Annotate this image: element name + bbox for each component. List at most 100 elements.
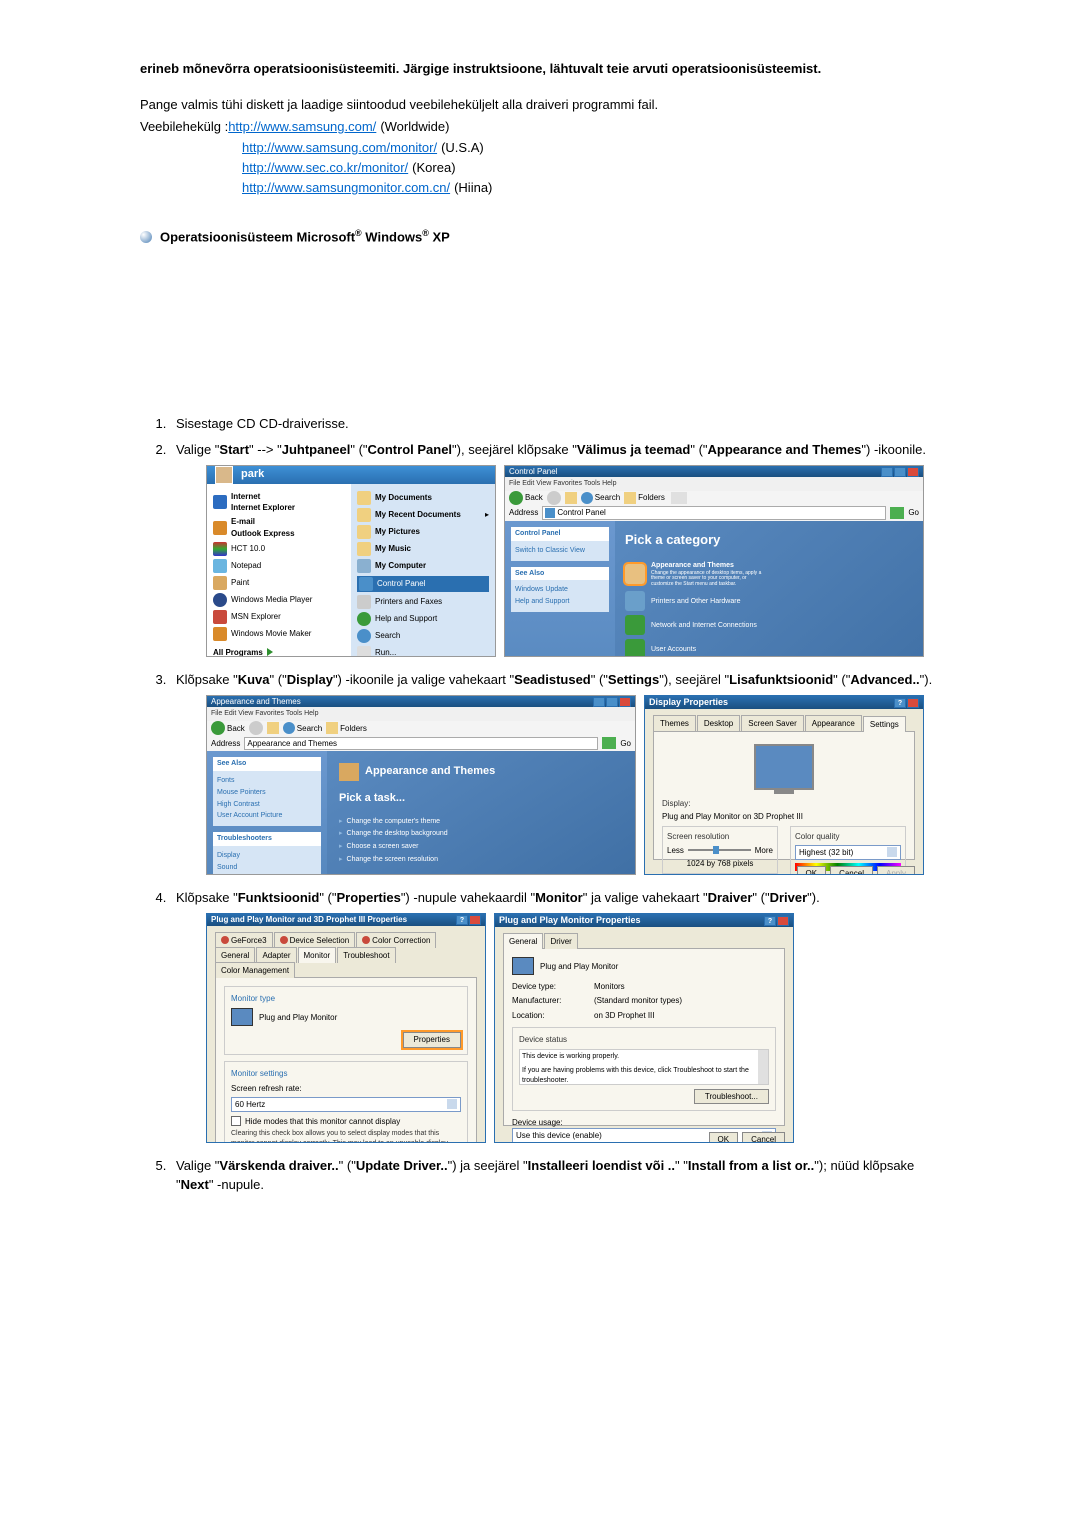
- sm-recent[interactable]: My Recent Documents▸: [357, 508, 489, 522]
- resolution-slider[interactable]: Less More: [667, 845, 773, 856]
- cancel-button[interactable]: Cancel: [830, 866, 873, 875]
- tab-color-correction[interactable]: Color Correction: [356, 932, 436, 948]
- tab-general-2[interactable]: General: [503, 933, 543, 949]
- apply-button[interactable]: Apply: [877, 866, 915, 875]
- dp-close[interactable]: [907, 698, 919, 708]
- at-title: Appearance and Themes: [211, 696, 301, 707]
- sm-wmp[interactable]: Windows Media Player: [213, 593, 345, 607]
- go-button[interactable]: [890, 507, 904, 519]
- s4g: " ja valige vahekaart ": [583, 890, 708, 905]
- tab-monitor[interactable]: Monitor: [298, 947, 337, 963]
- at-contrast[interactable]: High Contrast: [217, 800, 317, 810]
- at-back[interactable]: Back: [211, 721, 245, 735]
- sm-mydocs[interactable]: My Documents: [357, 491, 489, 505]
- hide-modes-checkbox[interactable]: Hide modes that this monitor cannot disp…: [231, 1116, 461, 1127]
- cat-appearance-themes[interactable]: Appearance and ThemesChange the appearan…: [625, 561, 765, 587]
- pp-close[interactable]: [469, 915, 481, 925]
- sm-search[interactable]: Search: [357, 629, 489, 643]
- sm-notepad[interactable]: Notepad: [213, 559, 345, 573]
- sm-wmm[interactable]: Windows Movie Maker: [213, 627, 345, 641]
- windows-update-link[interactable]: Windows Update: [515, 585, 605, 595]
- tab-settings[interactable]: Settings: [863, 716, 906, 732]
- maximize-button[interactable]: [894, 467, 906, 477]
- tab-themes[interactable]: Themes: [653, 715, 696, 731]
- link-worldwide[interactable]: http://www.samsung.com/: [228, 119, 376, 134]
- sm-run[interactable]: Run...: [357, 646, 489, 657]
- link-usa[interactable]: http://www.samsung.com/monitor/: [242, 140, 437, 155]
- tab-appearance[interactable]: Appearance: [805, 715, 862, 731]
- task-bg[interactable]: ▸Change the desktop background: [339, 829, 623, 839]
- at-fwd[interactable]: [249, 721, 263, 735]
- slider-thumb[interactable]: [713, 846, 719, 854]
- properties-button[interactable]: Properties: [403, 1032, 461, 1047]
- sm-control-panel[interactable]: Control Panel: [357, 576, 489, 592]
- pp2-cancel[interactable]: Cancel: [742, 1132, 785, 1143]
- at-mouse[interactable]: Mouse Pointers: [217, 788, 317, 798]
- back-button[interactable]: Back: [509, 491, 543, 505]
- views-button[interactable]: [671, 492, 687, 504]
- help-support-link[interactable]: Help and Support: [515, 597, 605, 607]
- sm-msn[interactable]: MSN Explorer: [213, 610, 345, 624]
- refresh-rate-select[interactable]: 60 Hertz: [231, 1097, 461, 1112]
- switch-classic-link[interactable]: Switch to Classic View: [515, 546, 605, 556]
- sm-paint[interactable]: Paint: [213, 576, 345, 590]
- all-programs[interactable]: All Programs: [213, 647, 345, 657]
- pp2-close[interactable]: [777, 916, 789, 926]
- scrollbar[interactable]: [758, 1050, 768, 1084]
- close-button[interactable]: [907, 467, 919, 477]
- pp2-ok[interactable]: OK: [709, 1132, 739, 1143]
- folders-button[interactable]: Folders: [624, 492, 665, 504]
- tab-geforce3[interactable]: GeForce3: [215, 932, 273, 948]
- address-input[interactable]: Control Panel: [542, 506, 886, 519]
- sm-printers[interactable]: Printers and Faxes: [357, 595, 489, 609]
- tab-screensaver[interactable]: Screen Saver: [741, 715, 803, 731]
- cat-network[interactable]: Network and Internet Connections: [625, 615, 765, 635]
- at-fonts[interactable]: Fonts: [217, 776, 317, 786]
- forward-icon[interactable]: [547, 491, 561, 505]
- at-ts-display[interactable]: Display: [217, 851, 317, 861]
- at-address-input[interactable]: Appearance and Themes: [244, 737, 598, 750]
- tab-desktop[interactable]: Desktop: [697, 715, 740, 731]
- sm-help[interactable]: Help and Support: [357, 612, 489, 626]
- at-userpic[interactable]: User Account Picture: [217, 811, 317, 821]
- task-theme[interactable]: ▸Change the computer's theme: [339, 817, 623, 827]
- at-min[interactable]: [593, 697, 605, 707]
- up-icon[interactable]: [565, 492, 577, 504]
- link-korea[interactable]: http://www.sec.co.kr/monitor/: [242, 160, 408, 175]
- help-button[interactable]: ?: [894, 698, 906, 708]
- cat-printers[interactable]: Printers and Other Hardware: [625, 591, 765, 611]
- minimize-button[interactable]: [881, 467, 893, 477]
- sm-internet[interactable]: Internet Internet Explorer: [213, 491, 345, 513]
- tab-adapter[interactable]: Adapter: [256, 947, 296, 963]
- ok-button[interactable]: OK: [797, 866, 827, 875]
- tab-device-selection[interactable]: Device Selection: [274, 932, 356, 948]
- pp-help-btn[interactable]: ?: [456, 915, 468, 925]
- at-search[interactable]: Search: [283, 722, 322, 734]
- at-ts-sound[interactable]: Sound: [217, 863, 317, 873]
- at-up[interactable]: [267, 722, 279, 734]
- at-max[interactable]: [606, 697, 618, 707]
- tab-general[interactable]: General: [215, 947, 255, 963]
- tab-driver[interactable]: Driver: [544, 933, 577, 949]
- at-menubar[interactable]: File Edit View Favorites Tools Help: [207, 707, 635, 721]
- sm-mycomp[interactable]: My Computer: [357, 559, 489, 573]
- cp-menubar[interactable]: File Edit View Favorites Tools Help: [505, 477, 923, 491]
- at-folders[interactable]: Folders: [326, 722, 367, 734]
- sm-hct[interactable]: HCT 10.0: [213, 542, 345, 556]
- tab-colormgmt[interactable]: Color Management: [215, 962, 295, 978]
- pp2-help-btn[interactable]: ?: [764, 916, 776, 926]
- troubleshoot-button-2[interactable]: Troubleshoot...: [694, 1089, 769, 1104]
- task-res[interactable]: ▸Change the screen resolution: [339, 855, 623, 865]
- at-go[interactable]: [602, 737, 616, 749]
- cat-users[interactable]: User Accounts: [625, 639, 765, 657]
- task-ss[interactable]: ▸Choose a screen saver: [339, 842, 623, 852]
- search-button[interactable]: Search: [581, 492, 620, 504]
- sm-mymusic[interactable]: My Music: [357, 542, 489, 556]
- at-close[interactable]: [619, 697, 631, 707]
- sm-mypics[interactable]: My Pictures: [357, 525, 489, 539]
- color-quality-select[interactable]: Highest (32 bit): [795, 845, 901, 860]
- link-china[interactable]: http://www.samsungmonitor.com.cn/: [242, 180, 450, 195]
- tab-troubleshoot[interactable]: Troubleshoot: [337, 947, 395, 963]
- display-label: Display:: [662, 798, 906, 809]
- sm-email[interactable]: E-mail Outlook Express: [213, 516, 345, 538]
